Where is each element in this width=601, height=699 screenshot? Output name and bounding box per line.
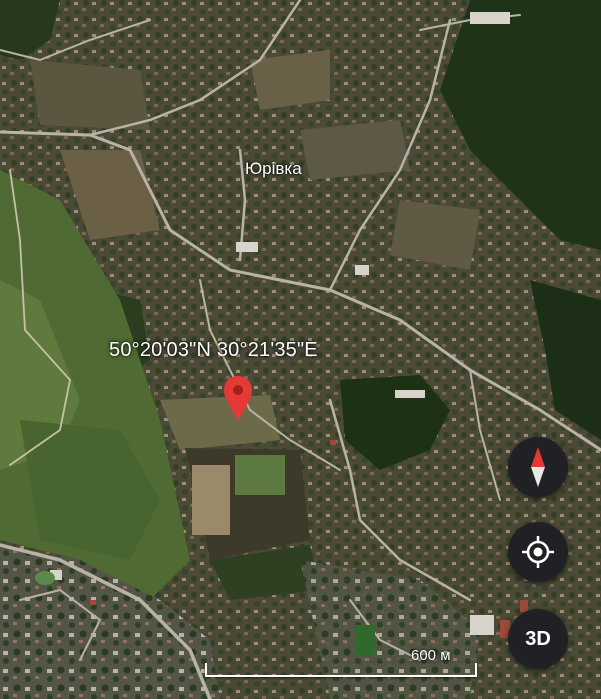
- my-location-icon: [522, 536, 554, 568]
- 3d-view-button[interactable]: 3D: [508, 609, 568, 669]
- compass-button[interactable]: [508, 437, 568, 497]
- coordinates-label: 50°20'03"N 30°21'35"E: [109, 339, 318, 361]
- scale-label: 600 м: [411, 647, 451, 664]
- scale-bar: [205, 663, 477, 677]
- place-label: Юрівка: [245, 159, 302, 178]
- my-location-button[interactable]: [508, 522, 568, 582]
- compass-icon: [531, 447, 545, 487]
- location-pin-icon[interactable]: [224, 376, 252, 420]
- 3d-label: 3D: [525, 627, 551, 650]
